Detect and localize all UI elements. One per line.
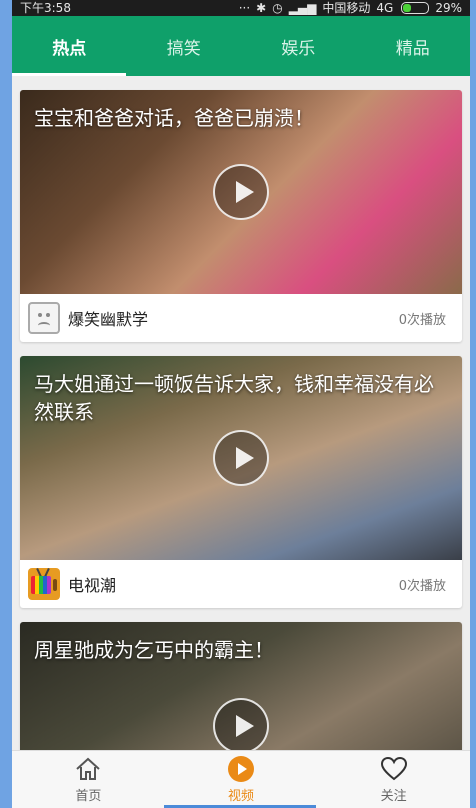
nav-label: 首页 bbox=[75, 789, 102, 804]
bluetooth-icon: ✱ bbox=[256, 1, 267, 15]
play-icon[interactable] bbox=[213, 698, 269, 754]
video-card[interactable]: 马大姐通过一顿饭告诉大家，钱和幸福没有必然联系 电视潮 0次播放 bbox=[20, 356, 462, 608]
nav-label: 视频 bbox=[228, 789, 255, 804]
tab-hot[interactable]: 热点 bbox=[12, 16, 127, 76]
status-carrier: 中国移动 bbox=[322, 1, 371, 15]
tab-label: 精品 bbox=[395, 38, 430, 59]
video-thumbnail[interactable]: 宝宝和爸爸对话，爸爸已崩溃！ bbox=[20, 90, 462, 294]
video-card[interactable]: 宝宝和爸爸对话，爸爸已崩溃！ 爆笑幽默学 0次播放 bbox=[20, 90, 462, 342]
signal-icon: ▂▄▆ bbox=[288, 1, 317, 15]
nav-video[interactable]: 视频 bbox=[165, 751, 318, 808]
card-meta: 爆笑幽默学 0次播放 bbox=[20, 294, 462, 342]
video-title: 马大姐通过一顿饭告诉大家，钱和幸福没有必然联系 bbox=[34, 372, 434, 424]
tv-icon[interactable] bbox=[28, 568, 60, 600]
status-bar: 下午3:58 ··· ✱ ◷ ▂▄▆ 中国移动 4G 29% bbox=[12, 0, 470, 16]
nav-home[interactable]: 首页 bbox=[12, 751, 165, 808]
top-tab-bar: 热点 搞笑 娱乐 精品 bbox=[12, 16, 470, 76]
nav-label: 关注 bbox=[380, 789, 407, 804]
status-network: 4G bbox=[376, 1, 394, 15]
video-title: 周星驰成为乞丐中的霸主！ bbox=[34, 638, 274, 662]
sad-face-icon[interactable] bbox=[28, 302, 60, 334]
video-thumbnail[interactable]: 马大姐通过一顿饭告诉大家，钱和幸福没有必然联系 bbox=[20, 356, 462, 560]
tab-funny[interactable]: 搞笑 bbox=[127, 16, 242, 76]
video-feed[interactable]: 宝宝和爸爸对话，爸爸已崩溃！ 爆笑幽默学 0次播放 马大姐通过一顿饭告诉大家，钱… bbox=[12, 90, 470, 808]
tab-featured[interactable]: 精品 bbox=[356, 16, 471, 76]
play-count: 0次播放 bbox=[398, 312, 446, 328]
divider bbox=[12, 76, 470, 90]
status-battery: 29% bbox=[435, 1, 462, 15]
battery-icon bbox=[401, 2, 430, 14]
status-right: ··· ✱ ◷ ▂▄▆ 中国移动 4G 29% bbox=[239, 0, 462, 16]
card-meta: 电视潮 0次播放 bbox=[20, 560, 462, 608]
play-count: 0次播放 bbox=[398, 578, 446, 594]
bottom-nav: 首页 视频 关注 bbox=[12, 750, 470, 808]
play-circle-icon bbox=[228, 756, 254, 782]
author-name[interactable]: 爆笑幽默学 bbox=[68, 306, 148, 330]
tab-entertainment[interactable]: 娱乐 bbox=[241, 16, 356, 76]
play-icon[interactable] bbox=[213, 164, 269, 220]
play-icon[interactable] bbox=[213, 430, 269, 486]
video-title: 宝宝和爸爸对话，爸爸已崩溃！ bbox=[34, 106, 314, 130]
alarm-icon: ◷ bbox=[272, 1, 283, 15]
tab-indicator bbox=[12, 73, 126, 76]
app-frame: 下午3:58 ··· ✱ ◷ ▂▄▆ 中国移动 4G 29% 热点 搞笑 娱乐 … bbox=[12, 0, 470, 808]
tab-label: 娱乐 bbox=[281, 38, 316, 59]
status-time: 下午3:58 bbox=[20, 1, 71, 15]
home-icon bbox=[76, 757, 101, 780]
tab-label: 搞笑 bbox=[166, 38, 201, 59]
nav-follow[interactable]: 关注 bbox=[317, 751, 470, 808]
dots-icon: ··· bbox=[238, 1, 251, 15]
author-name[interactable]: 电视潮 bbox=[68, 572, 116, 596]
tab-label: 热点 bbox=[52, 38, 87, 59]
heart-icon bbox=[380, 756, 407, 781]
